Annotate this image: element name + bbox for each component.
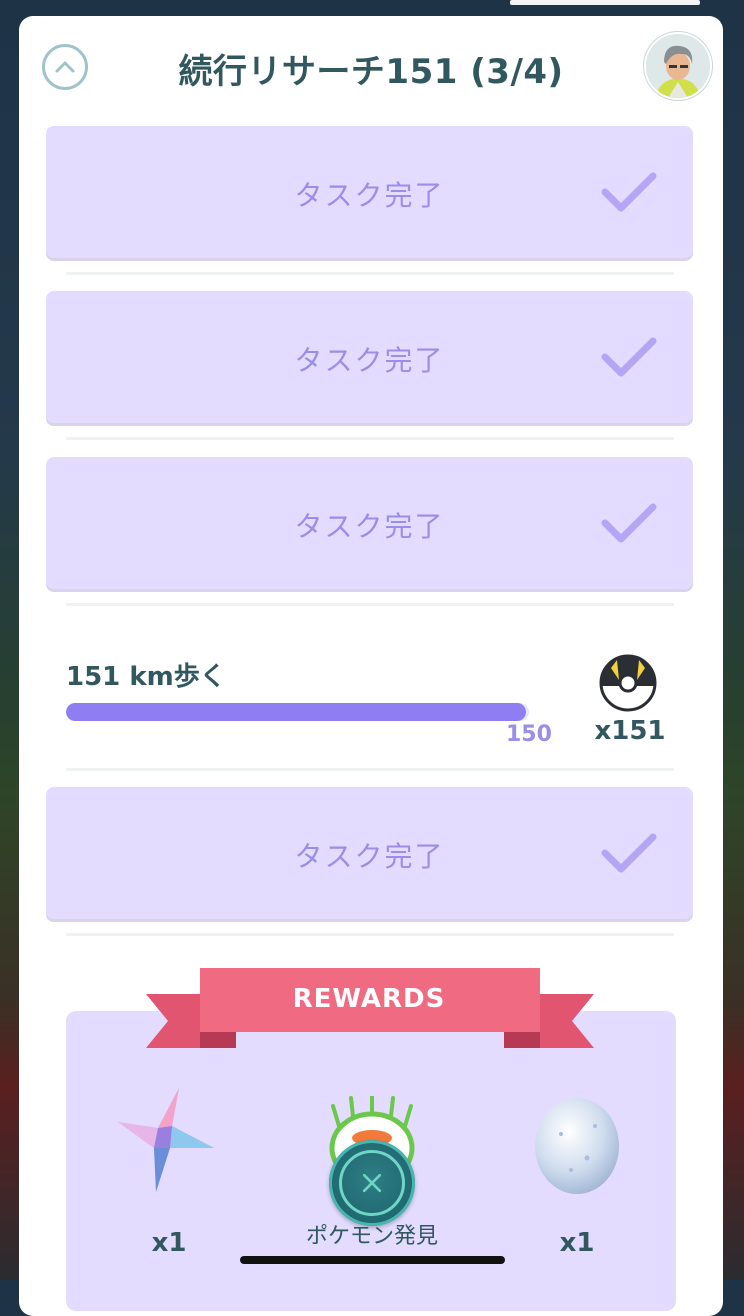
- active-task: 151 km歩く 150 x151: [19, 636, 723, 756]
- checkmark-icon: [601, 172, 657, 212]
- stardust-crystal-icon: [118, 1088, 214, 1192]
- professor-icon: [646, 34, 710, 98]
- progress-value: 150: [506, 722, 552, 747]
- progress-bar: [66, 703, 529, 721]
- divider: [66, 933, 674, 936]
- close-icon: [362, 1173, 382, 1193]
- research-panel: 続行リサーチ151 (3/4) タスク完了 タスク完了 タスク完了 151 km…: [19, 16, 723, 1316]
- task-status-label: タスク完了: [294, 510, 445, 543]
- task-label: 151 km歩く: [66, 662, 226, 692]
- divider: [66, 603, 674, 606]
- reward-item-egg: x1: [527, 1086, 627, 1258]
- egg-icon: [535, 1098, 619, 1194]
- divider: [66, 437, 674, 440]
- home-indicator[interactable]: [240, 1256, 505, 1264]
- task-status-label: タスク完了: [294, 179, 445, 212]
- encounter-button-ring: [339, 1150, 405, 1216]
- encounter-label: ポケモン発見: [305, 1224, 438, 1249]
- task-status-label: タスク完了: [294, 344, 445, 377]
- panel-header: 続行リサーチ151 (3/4): [19, 16, 723, 120]
- page-title: 続行リサーチ151 (3/4): [178, 52, 564, 92]
- completed-task-card: タスク完了: [46, 457, 693, 589]
- checkmark-icon: [601, 337, 657, 377]
- rewards-banner-label: REWARDS: [292, 984, 446, 1014]
- status-bar-indicator: [510, 0, 700, 5]
- checkmark-icon: [601, 503, 657, 543]
- completed-task-card: タスク完了: [46, 126, 693, 258]
- divider: [66, 272, 674, 275]
- reward-count: x151: [594, 716, 666, 746]
- encounter-button[interactable]: [329, 1140, 415, 1226]
- professor-avatar[interactable]: [644, 32, 712, 100]
- reward-item-stardust: x1: [109, 1086, 229, 1258]
- reward-quantity: x1: [151, 1228, 187, 1258]
- checkmark-icon: [601, 833, 657, 873]
- completed-task-card: タスク完了: [46, 291, 693, 423]
- ultra-ball-icon: [599, 654, 657, 712]
- progress-fill: [66, 703, 526, 721]
- task-status-label: タスク完了: [294, 840, 445, 873]
- divider: [66, 768, 674, 771]
- completed-task-card: タスク完了: [46, 787, 693, 919]
- reward-quantity: x1: [559, 1228, 595, 1258]
